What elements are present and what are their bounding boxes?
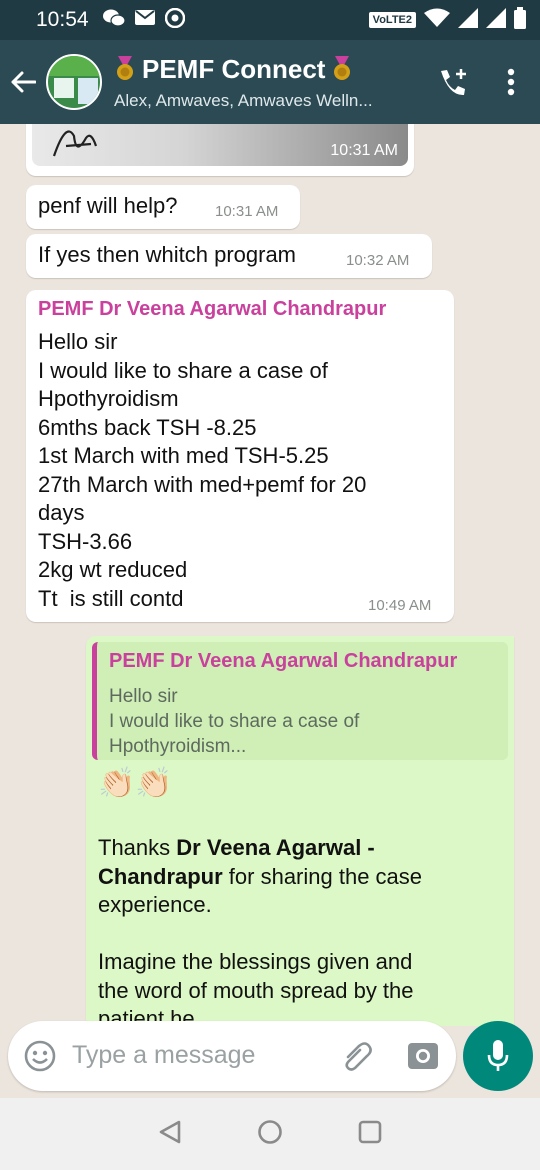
signal-icon <box>458 7 478 33</box>
timestamp: 10:31 AM <box>330 142 398 159</box>
medal-icon <box>114 56 136 82</box>
smiley-icon <box>24 1040 56 1072</box>
signature-scribble-icon <box>52 130 98 157</box>
menu-button[interactable] <box>482 40 540 124</box>
timestamp: 10:31 AM <box>215 203 279 220</box>
message-line: 6mths back TSH -8.25 <box>38 414 257 440</box>
message-line: Tt is still contd <box>38 585 184 611</box>
chat-header: PEMF Connect Alex, Amwaves, Amwaves Well… <box>0 40 540 124</box>
image-thumbnail[interactable]: 10:31 AM <box>32 124 408 166</box>
message-bubble-outgoing[interactable]: PEMF Dr Veena Agarwal Chandrapur Hello s… <box>86 636 514 1026</box>
message-line: Chandrapur for sharing the case <box>98 863 508 892</box>
quoted-line: I would like to share a case of <box>109 711 360 732</box>
system-nav-bar <box>0 1098 540 1170</box>
more-vert-icon <box>507 68 515 96</box>
emoji-button[interactable] <box>24 1040 56 1077</box>
message-bubble[interactable]: penf will help? 10:31 AM <box>26 185 300 229</box>
triangle-back-icon <box>159 1120 181 1143</box>
message-bubble[interactable]: If yes then whitch program 10:32 AM <box>26 234 432 278</box>
message-line: experience. <box>98 892 212 917</box>
message-input[interactable]: Type a message <box>72 1041 255 1070</box>
message-text: penf will help? <box>38 193 178 218</box>
wechat-icon <box>102 9 126 32</box>
battery-icon <box>514 6 526 34</box>
back-arrow-icon <box>11 71 36 93</box>
camera-icon <box>408 1043 438 1069</box>
message-line: Thanks Dr Veena Agarwal - <box>98 834 508 863</box>
clapping-hands-emoji: 👏🏻👏🏻 <box>98 767 173 800</box>
message-composer[interactable]: Type a message <box>8 1021 456 1091</box>
chrome-icon <box>164 7 185 33</box>
phone-plus-icon <box>441 69 466 96</box>
message-line: Imagine the blessings given and <box>98 949 413 974</box>
group-avatar[interactable] <box>46 54 102 110</box>
nav-recents-button[interactable] <box>357 1119 383 1150</box>
text-span: for sharing the case <box>222 863 423 889</box>
mail-icon <box>134 10 155 30</box>
message-line: I would like to share a case of <box>38 357 328 383</box>
group-members: Alex, Amwaves, Amwaves Welln... <box>114 90 373 110</box>
bold-text: Chandrapur <box>98 863 223 889</box>
add-call-button[interactable] <box>424 40 482 124</box>
message-line: TSH-3.66 <box>38 528 133 554</box>
square-recents-icon <box>358 1120 382 1143</box>
status-bar: 10:54 VoLTE2 <box>0 0 540 40</box>
message-text: If yes then whitch program <box>38 242 297 267</box>
quoted-text: Hello sir I would like to share a case o… <box>109 684 359 759</box>
message-line: Hello sir <box>38 329 118 354</box>
message-line: 1st March with med TSH-5.25 <box>38 443 329 468</box>
paperclip-icon <box>345 1042 372 1071</box>
nav-back-button[interactable] <box>157 1119 183 1150</box>
quoted-sender-name: PEMF Dr Veena Agarwal Chandrapur <box>109 650 458 672</box>
message-bubble[interactable]: PEMF Dr Veena Agarwal Chandrapur Hello s… <box>26 290 454 622</box>
circle-home-icon <box>258 1119 282 1144</box>
message-line: 2kg wt reduced <box>38 557 188 582</box>
message-line: Hpothyroidism <box>38 386 179 411</box>
group-title: PEMF Connect <box>142 53 326 84</box>
image-message[interactable]: 10:31 AM <box>26 124 414 176</box>
nav-home-button[interactable] <box>257 1119 283 1150</box>
message-line: days <box>38 500 85 525</box>
sender-name[interactable]: PEMF Dr Veena Agarwal Chandrapur <box>38 298 386 321</box>
timestamp: 10:49 AM <box>368 597 432 614</box>
message-list[interactable]: 10:31 AM penf will help? 10:31 AM If yes… <box>0 124 540 1026</box>
message-text: Thanks Dr Veena Agarwal - Chandrapur for… <box>98 834 508 1026</box>
attach-button[interactable] <box>340 1039 374 1078</box>
back-button[interactable] <box>0 40 46 124</box>
message-text: Hello sir I would like to share a case o… <box>38 328 366 613</box>
quoted-line: Hpothyroidism... <box>109 736 247 757</box>
voice-record-button[interactable] <box>463 1021 533 1091</box>
status-time: 10:54 <box>36 8 89 31</box>
message-line: the word of mouth spread by the <box>98 977 414 1003</box>
signal-icon-2 <box>486 7 506 33</box>
timestamp: 10:32 AM <box>346 252 410 269</box>
medal-icon-2 <box>331 56 353 82</box>
camera-button[interactable] <box>408 1041 438 1074</box>
text-span: Thanks <box>98 835 177 860</box>
quoted-message[interactable]: PEMF Dr Veena Agarwal Chandrapur Hello s… <box>92 642 508 760</box>
quoted-line: Hello sir <box>109 686 178 707</box>
group-info[interactable]: PEMF Connect Alex, Amwaves, Amwaves Well… <box>114 54 424 111</box>
volte-badge: VoLTE2 <box>368 12 416 28</box>
microphone-icon <box>487 1040 509 1071</box>
wifi-icon <box>424 8 450 33</box>
message-line: 27th March with med+pemf for 20 <box>38 471 367 497</box>
bold-text: Dr Veena Agarwal - <box>176 835 375 860</box>
